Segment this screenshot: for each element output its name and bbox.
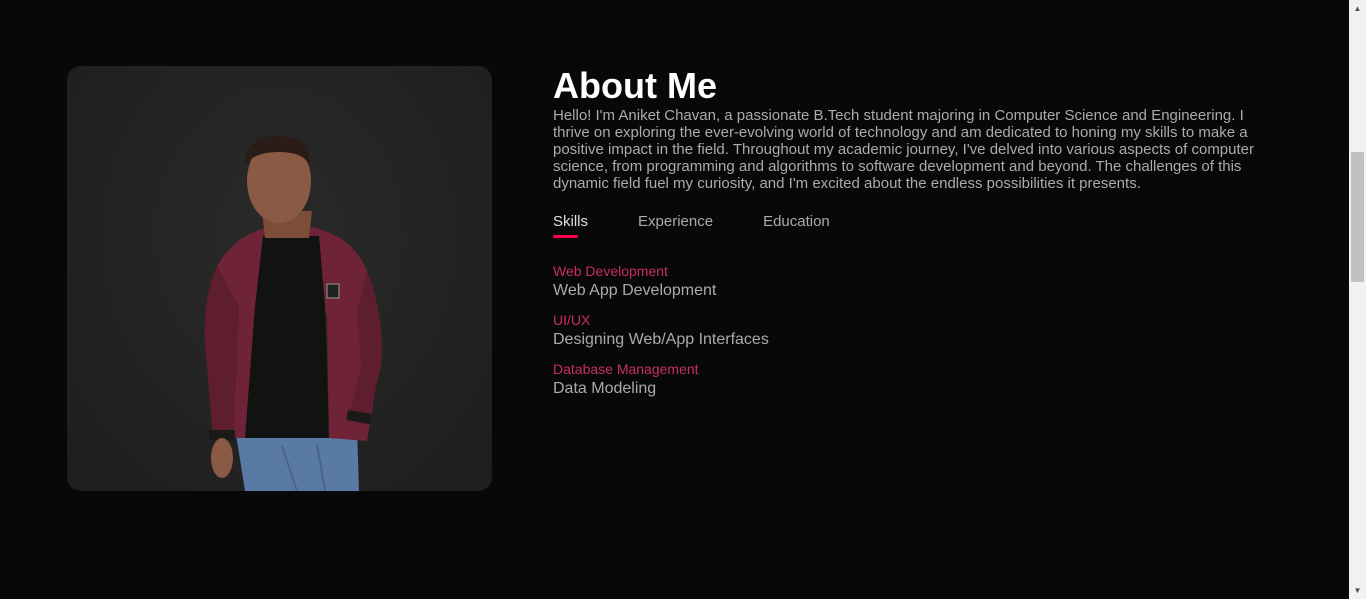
skill-category: Web Development xyxy=(553,263,668,279)
skill-category: UI/UX xyxy=(553,312,591,328)
scrollbar-thumb[interactable] xyxy=(1351,152,1364,282)
skill-detail: Web App Development xyxy=(553,282,717,299)
skill-detail: Designing Web/App Interfaces xyxy=(553,331,769,348)
about-paragraph: Hello! I'm Aniket Chavan, a passionate B… xyxy=(553,107,1255,192)
skill-category: Database Management xyxy=(553,361,699,377)
about-section: About Me Hello! I'm Aniket Chavan, a pas… xyxy=(0,0,1349,599)
scroll-down-icon[interactable]: ▼ xyxy=(1349,582,1366,599)
page-title: About Me xyxy=(553,65,717,106)
skill-detail: Data Modeling xyxy=(553,380,657,397)
list-item: UI/UX Designing Web/App Interfaces xyxy=(553,312,1273,349)
tab-experience[interactable]: Experience xyxy=(638,213,713,243)
about-content: About Me Hello! I'm Aniket Chavan, a pas… xyxy=(553,66,1273,410)
tab-education[interactable]: Education xyxy=(763,213,830,243)
tab-bar: Skills Experience Education xyxy=(553,213,1273,243)
list-item: Web Development Web App Development xyxy=(553,263,1273,300)
scrollbar[interactable]: ▲ ▼ xyxy=(1349,0,1366,599)
list-item: Database Management Data Modeling xyxy=(553,361,1273,398)
skills-list: Web Development Web App Development UI/U… xyxy=(553,263,1273,398)
tab-skills[interactable]: Skills xyxy=(553,213,588,243)
scroll-up-icon[interactable]: ▲ xyxy=(1349,0,1366,17)
person-illustration xyxy=(204,136,382,491)
profile-photo xyxy=(67,66,492,491)
